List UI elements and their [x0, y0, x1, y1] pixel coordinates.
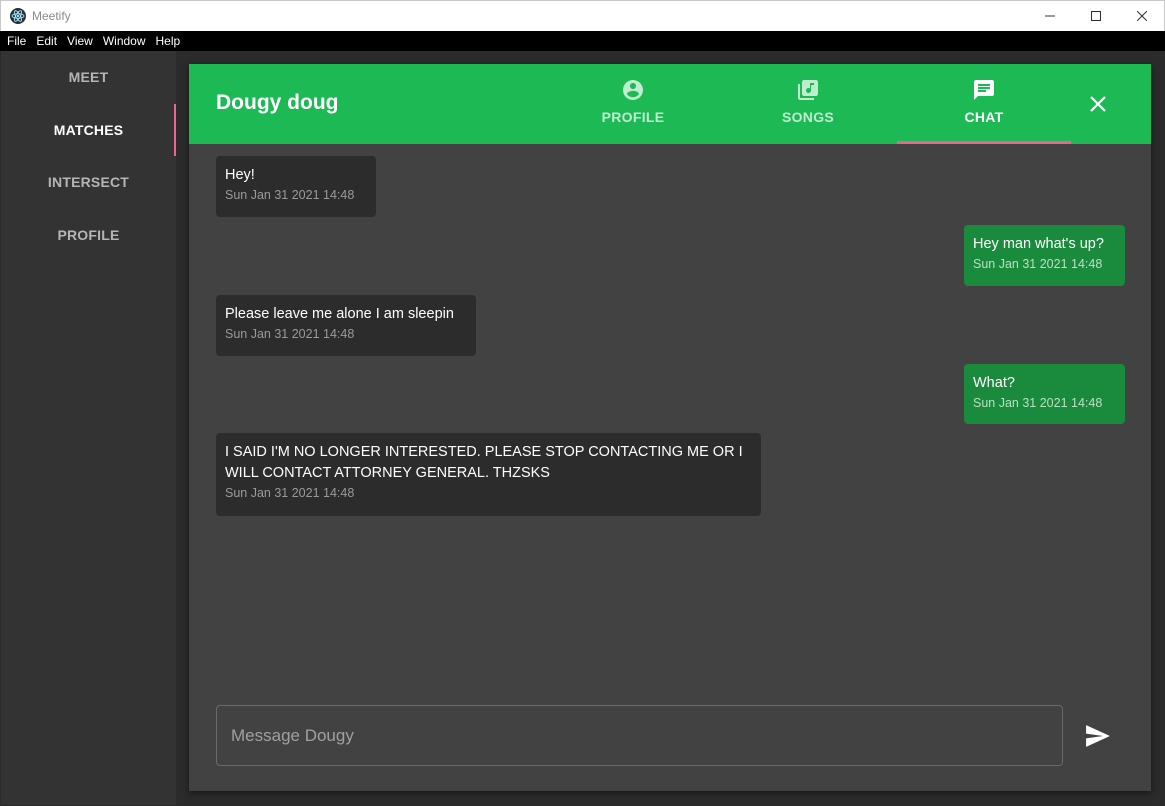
message-timestamp: Sun Jan 31 2021 14:48: [225, 188, 355, 202]
menu-edit[interactable]: Edit: [36, 34, 57, 48]
message-text: Hey man what's up?: [973, 236, 1104, 252]
message-incoming: Hey! Sun Jan 31 2021 14:48: [216, 156, 376, 217]
message-text: What?: [973, 375, 1015, 391]
message-timestamp: Sun Jan 31 2021 14:48: [973, 396, 1103, 410]
sidebar-item-profile[interactable]: PROFILE: [1, 209, 176, 261]
message-text: Hey!: [225, 167, 255, 183]
close-dialog-button[interactable]: [1085, 91, 1111, 117]
message-timestamp: Sun Jan 31 2021 14:48: [225, 327, 355, 341]
message-timestamp: Sun Jan 31 2021 14:48: [225, 486, 355, 500]
title-bar: Meetify: [0, 0, 1165, 31]
window-title: Meetify: [32, 9, 71, 23]
sidebar-item-intersect[interactable]: INTERSECT: [1, 156, 176, 208]
account-circle-icon: [623, 80, 643, 100]
sidebar-item-label: MATCHES: [53, 122, 124, 138]
sidebar-item-label: INTERSECT: [47, 174, 130, 190]
message-timestamp: Sun Jan 31 2021 14:48: [973, 257, 1103, 271]
close-icon: [1090, 96, 1106, 112]
match-name: Dougy doug: [216, 91, 339, 114]
message-text: Please leave me alone I am sleepin: [225, 306, 454, 322]
active-tab-indicator: [897, 141, 1071, 144]
minimize-icon: [1045, 15, 1055, 17]
menu-view[interactable]: View: [67, 34, 93, 48]
message-input-container: [216, 705, 1063, 766]
maximize-button[interactable]: [1073, 1, 1119, 31]
maximize-icon: [1091, 11, 1101, 21]
menu-file[interactable]: File: [7, 34, 26, 48]
menu-window[interactable]: Window: [103, 34, 146, 48]
library-music-icon: [798, 80, 818, 100]
sidebar: MEET MATCHES INTERSECT PROFILE: [1, 51, 176, 805]
tab-chat[interactable]: CHAT: [897, 64, 1071, 144]
tab-label: SONGS: [781, 109, 835, 125]
tab-label: CHAT: [964, 109, 1004, 125]
dialog-header: Dougy doug PROFILE SONGS CHAT: [189, 64, 1151, 144]
sidebar-item-label: PROFILE: [57, 227, 120, 243]
tab-songs[interactable]: SONGS: [721, 64, 895, 144]
tab-label: PROFILE: [601, 109, 665, 125]
message-outgoing: Hey man what's up? Sun Jan 31 2021 14:48: [964, 225, 1125, 286]
message-input[interactable]: [231, 706, 1051, 765]
match-dialog: Dougy doug PROFILE SONGS CHAT Hey! Sun J…: [189, 64, 1151, 791]
tab-profile[interactable]: PROFILE: [546, 64, 720, 144]
close-icon: [1137, 11, 1147, 21]
electron-app-icon: [10, 8, 26, 24]
menu-help[interactable]: Help: [156, 34, 181, 48]
send-button[interactable]: [1083, 722, 1113, 750]
sidebar-item-label: MEET: [68, 69, 109, 85]
message-text: I SAID I'M NO LONGER INTERESTED. PLEASE …: [225, 444, 743, 481]
menu-bar: File Edit View Window Help: [0, 31, 1165, 51]
message-incoming: Please leave me alone I am sleepin Sun J…: [216, 295, 476, 356]
message-incoming: I SAID I'M NO LONGER INTERESTED. PLEASE …: [216, 433, 761, 516]
chat-icon: [974, 80, 994, 100]
sidebar-item-meet[interactable]: MEET: [1, 51, 176, 103]
message-outgoing: What? Sun Jan 31 2021 14:48: [964, 364, 1125, 424]
close-window-button[interactable]: [1119, 1, 1165, 31]
send-icon: [1086, 725, 1110, 747]
sidebar-item-matches[interactable]: MATCHES: [1, 104, 176, 156]
minimize-button[interactable]: [1027, 1, 1073, 31]
